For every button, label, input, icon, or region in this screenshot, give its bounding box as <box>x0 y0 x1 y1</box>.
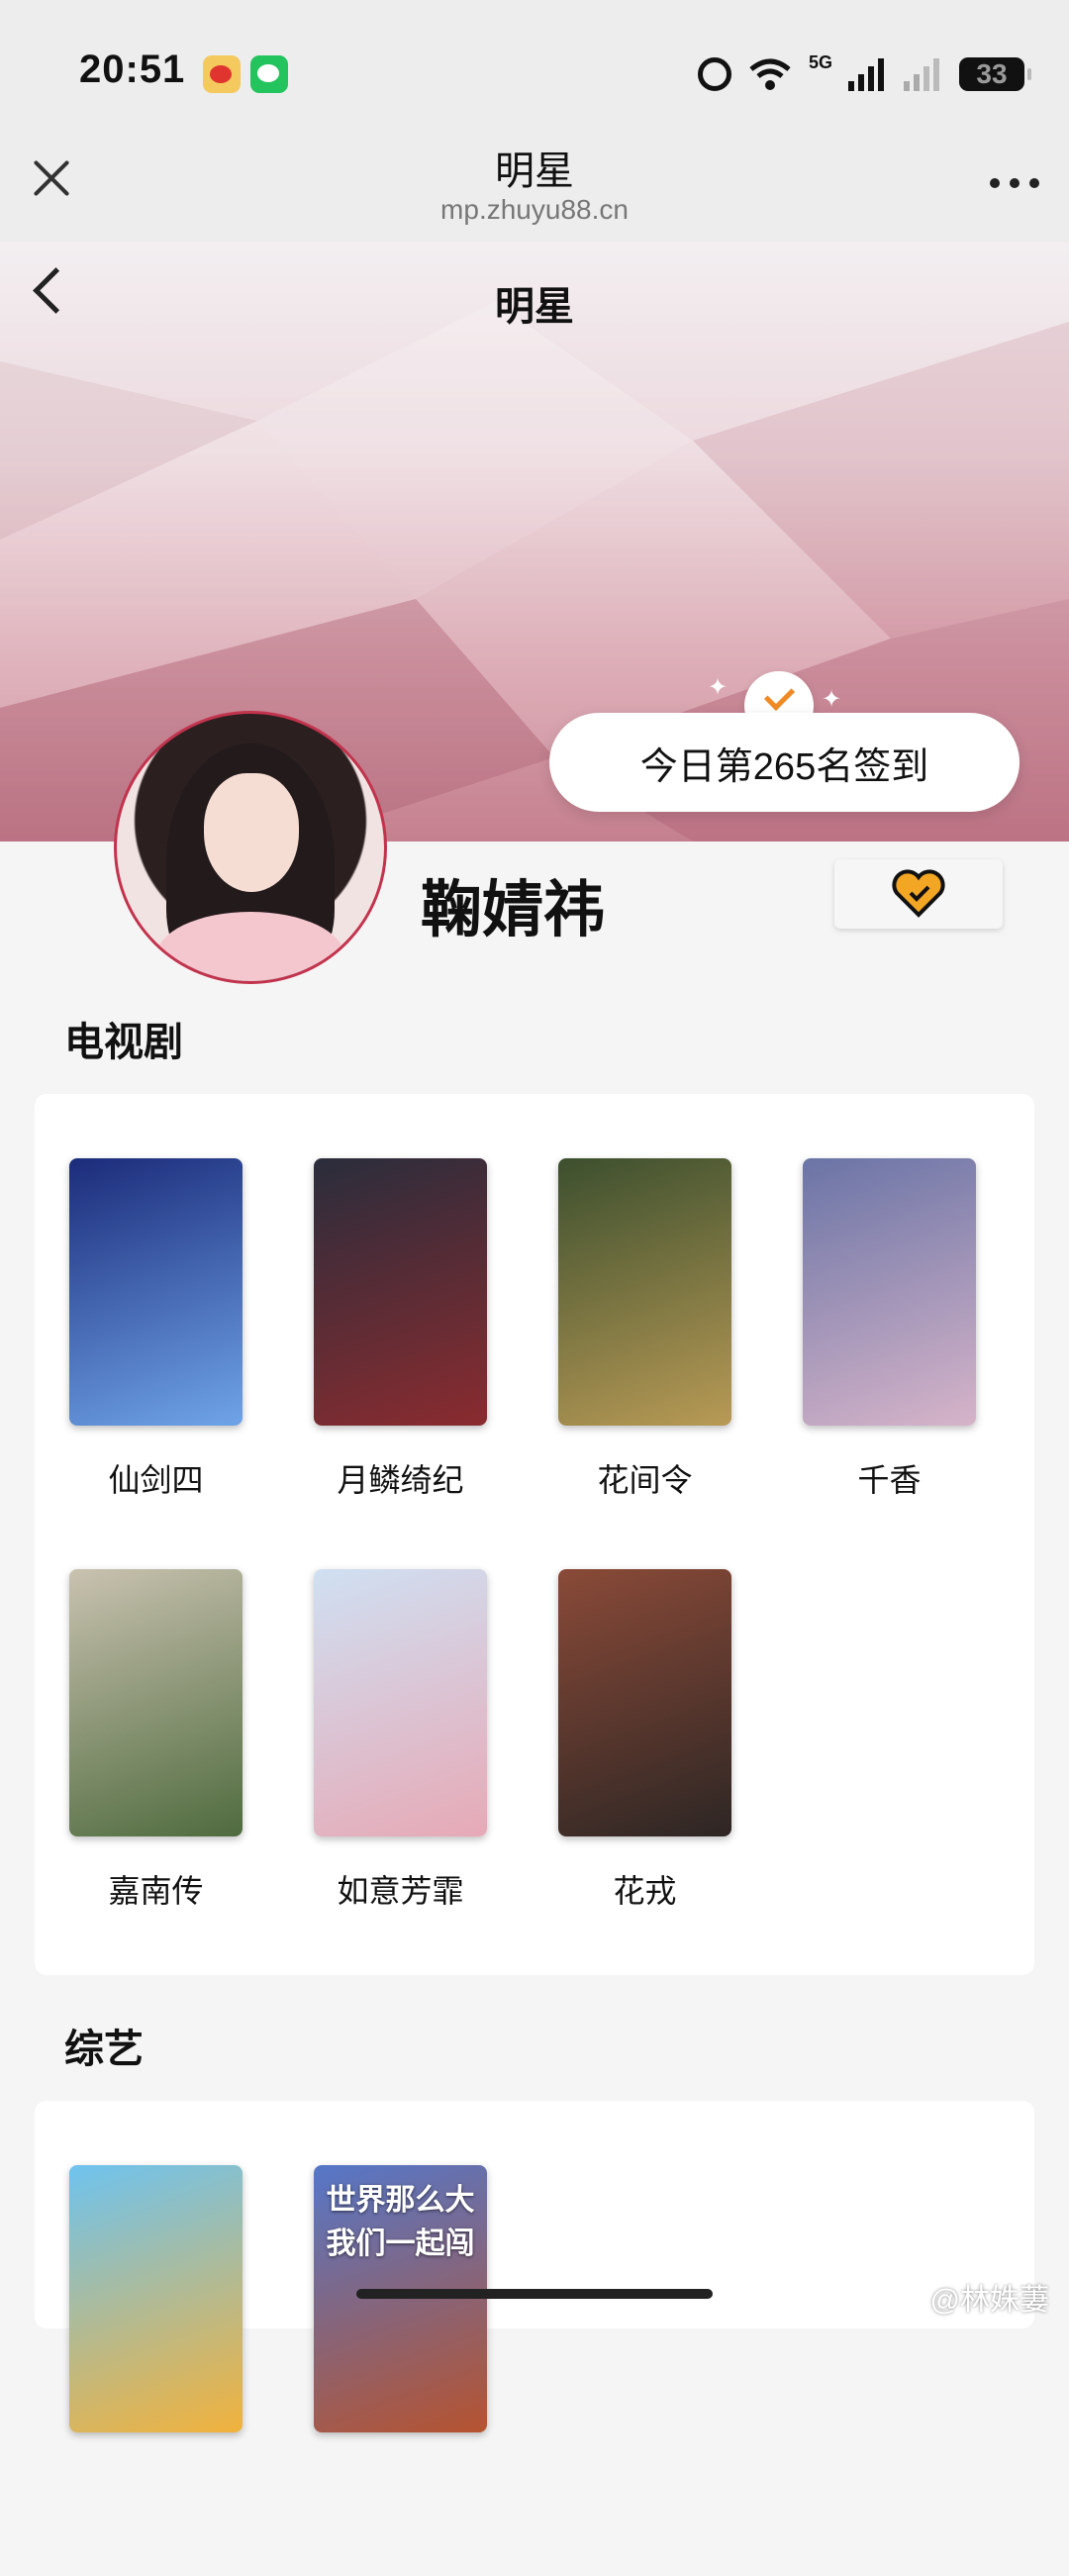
poster-title: 世界那么大 我们一起闯 <box>326 2184 475 2260</box>
show-title: 月鳞绮纪 <box>337 1462 464 1498</box>
show-item[interactable]: 花戎 <box>558 1569 803 1980</box>
cellular-signal-icon <box>848 57 888 91</box>
section-title-variety: 综艺 <box>64 2028 144 2071</box>
show-title: 花间令 <box>597 1462 693 1498</box>
mini-program-titlebar: 明星 mp.zhuyu88.cn <box>0 129 1069 243</box>
show-title: 嘉南传 <box>108 1873 204 1909</box>
titlebar-url: mp.zhuyu88.cn <box>440 194 629 225</box>
sparkle-icon: ✦ <box>708 674 729 701</box>
alarm-icon <box>697 57 731 91</box>
show-poster[interactable] <box>69 1569 243 1836</box>
signin-badge[interactable]: 今日第265名签到 <box>549 713 1020 812</box>
page-title: 明星 <box>495 285 574 329</box>
follow-button[interactable] <box>834 859 1003 929</box>
show-poster[interactable] <box>558 1158 731 1426</box>
weibo-icon <box>203 55 241 93</box>
network-type: 5G <box>808 51 832 72</box>
star-avatar <box>114 711 387 984</box>
star-name: 鞠婧祎 <box>421 876 606 944</box>
show-poster[interactable] <box>69 2165 243 2432</box>
show-item[interactable]: 如意芳霏 <box>314 1569 558 1980</box>
show-poster[interactable] <box>314 1569 487 1836</box>
status-bar: 20:51 5G 33 <box>0 0 1069 129</box>
titlebar-title: 明星 <box>495 149 574 193</box>
show-item[interactable] <box>69 2165 314 2576</box>
show-title: 花戎 <box>613 1873 677 1909</box>
show-item[interactable]: 月鳞绮纪 <box>314 1158 558 1569</box>
show-poster[interactable] <box>803 1158 976 1426</box>
signin-text: 今日第265名签到 <box>639 745 929 788</box>
show-title: 如意芳霏 <box>337 1873 464 1909</box>
show-title: 仙剑四 <box>108 1462 204 1498</box>
show-poster[interactable]: 世界那么大 我们一起闯 <box>314 2165 487 2432</box>
wifi-icon <box>747 57 793 91</box>
show-item[interactable]: 花间令 <box>558 1158 803 1569</box>
show-poster[interactable] <box>558 1569 731 1836</box>
secondary-signal-icon <box>904 57 943 91</box>
sparkle-icon: ✦ <box>822 686 842 713</box>
wechat-icon <box>250 55 288 93</box>
clock: 20:51 <box>79 48 186 91</box>
show-item[interactable]: 嘉南传 <box>69 1569 314 1980</box>
battery-icon: 33 <box>959 57 1031 91</box>
watermark: @林姝萋 <box>929 2284 1049 2317</box>
show-poster[interactable] <box>314 1158 487 1426</box>
show-title: 千香 <box>857 1462 922 1498</box>
show-item[interactable]: 仙剑四 <box>69 1158 314 1569</box>
show-item[interactable]: 世界那么大 我们一起闯 <box>314 2165 558 2576</box>
tv-card: 仙剑四 月鳞绮纪 花间令 千香嘉南传 如意芳霏 花戎 <box>35 1094 1034 1975</box>
show-poster[interactable] <box>69 1158 243 1426</box>
show-item[interactable]: 千香 <box>803 1158 1047 1569</box>
home-indicator[interactable] <box>356 2289 713 2299</box>
battery-level: 33 <box>976 58 1008 89</box>
heart-icon <box>892 869 945 918</box>
section-title-tv: 电视剧 <box>64 1021 183 1064</box>
more-icon[interactable] <box>990 178 1039 188</box>
